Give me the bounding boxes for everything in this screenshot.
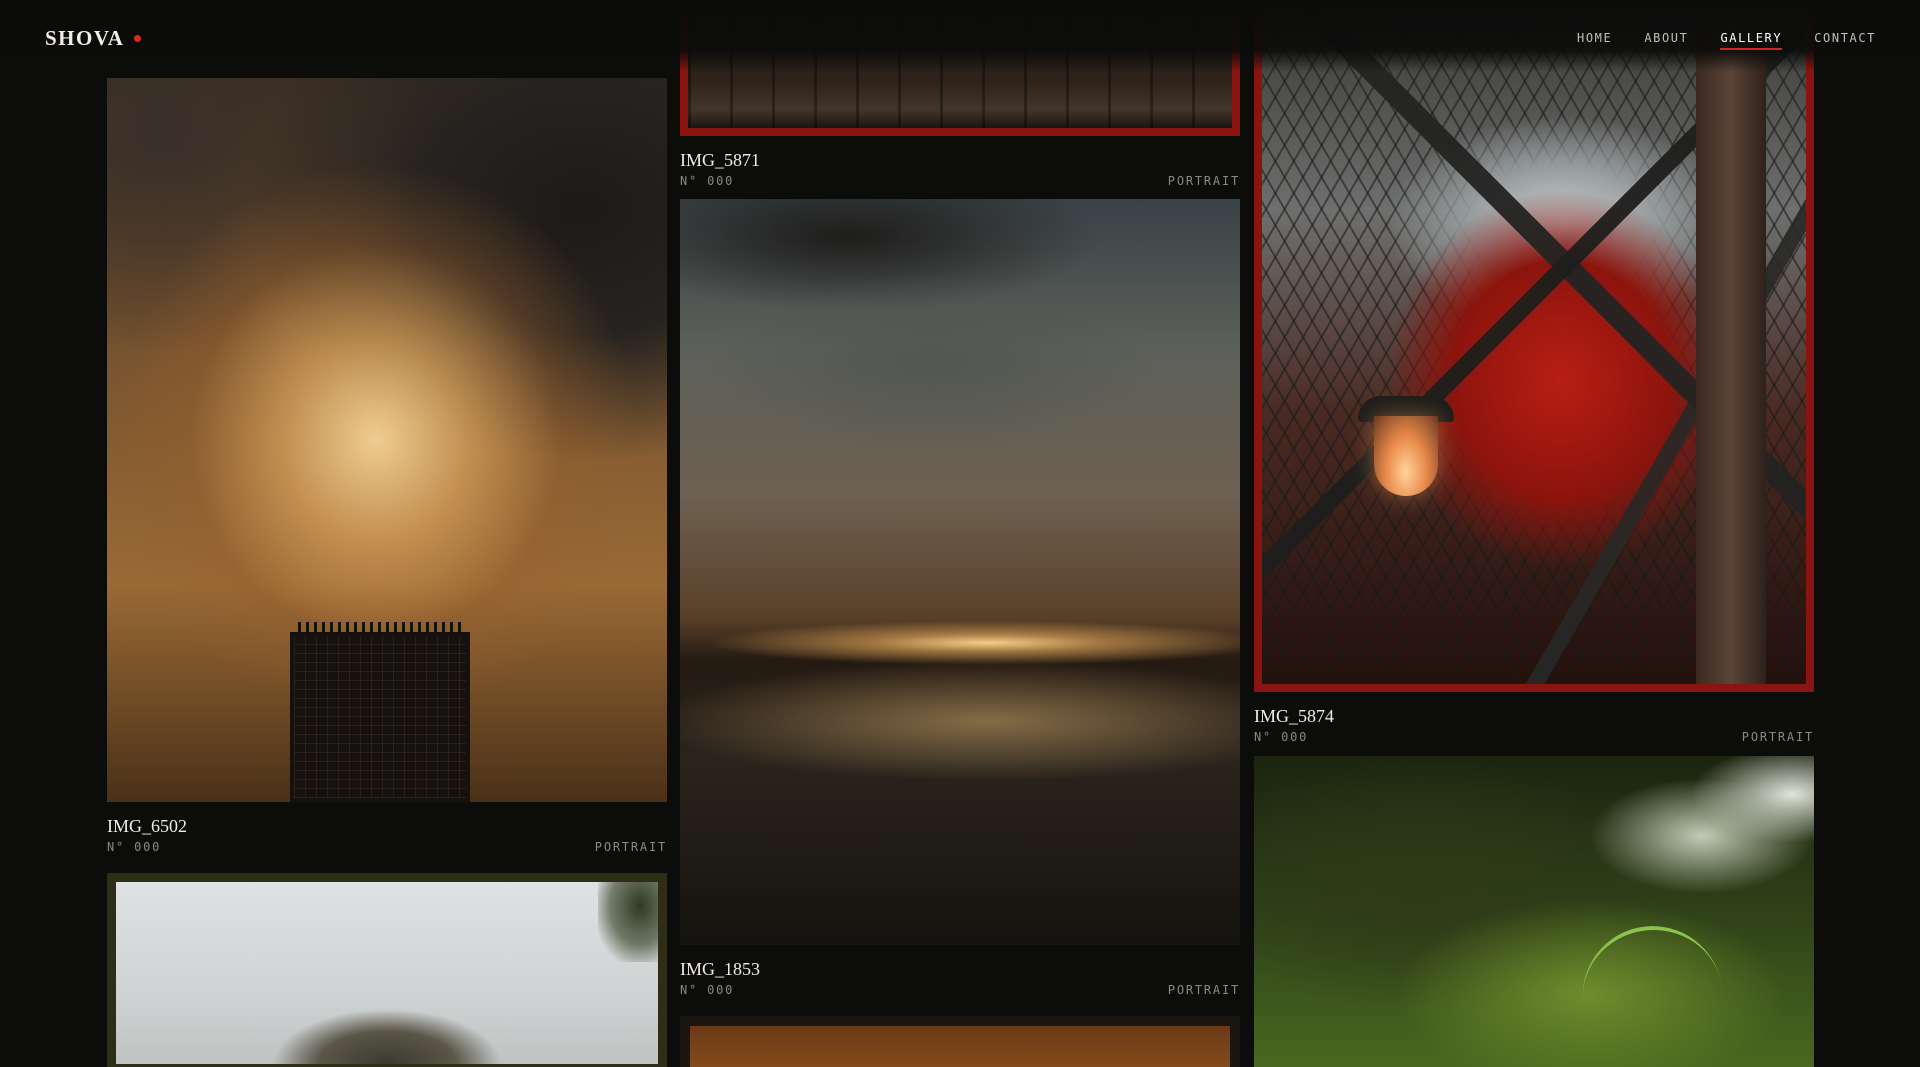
gallery-card[interactable] (107, 873, 667, 1067)
gallery-card[interactable]: IMG_6502 N° 000 PORTRAIT (107, 78, 667, 860)
lamp-icon (1374, 416, 1438, 496)
gallery-card[interactable]: IMG_5874 N° 000 PORTRAIT (1254, 0, 1814, 750)
brand-logo[interactable]: SHOVA (45, 26, 142, 51)
card-caption: IMG_5871 N° 000 PORTRAIT (680, 136, 1240, 194)
gallery-photo[interactable] (1254, 0, 1814, 692)
grass-stem (1573, 917, 1735, 1067)
gallery-photo[interactable] (1254, 756, 1814, 1067)
tower-silhouette (290, 622, 470, 802)
card-title: IMG_5871 (680, 150, 760, 170)
card-tag: PORTRAIT (1167, 174, 1240, 188)
nav-contact[interactable]: CONTACT (1814, 31, 1876, 50)
nav-home[interactable]: HOME (1577, 31, 1612, 50)
card-tag: PORTRAIT (594, 840, 667, 854)
tree-foliage (598, 882, 658, 962)
brand-name: SHOVA (45, 26, 125, 50)
card-caption: IMG_6502 N° 000 PORTRAIT (107, 802, 667, 860)
card-number: N° 000 (680, 983, 735, 997)
card-number: N° 000 (107, 840, 162, 854)
iron-beam (1696, 8, 1766, 684)
brand-dot-icon (134, 35, 142, 42)
nav-about[interactable]: ABOUT (1644, 31, 1688, 50)
card-title: IMG_5874 (1254, 706, 1334, 726)
gallery-card[interactable] (680, 1016, 1240, 1067)
gallery-card[interactable] (1254, 756, 1814, 1067)
card-tag: PORTRAIT (1741, 730, 1814, 744)
main-nav: HOME ABOUT GALLERY CONTACT (1577, 31, 1876, 50)
card-number: N° 000 (1254, 730, 1309, 744)
gallery-card[interactable]: IMG_1853 N° 000 PORTRAIT (680, 199, 1240, 1003)
card-title: IMG_6502 (107, 816, 187, 836)
card-caption: IMG_5874 N° 000 PORTRAIT (1254, 692, 1814, 750)
card-title: IMG_1853 (680, 959, 760, 979)
nav-gallery[interactable]: GALLERY (1720, 31, 1783, 50)
card-number: N° 000 (680, 174, 735, 188)
top-bar: SHOVA HOME ABOUT GALLERY CONTACT (0, 0, 1920, 72)
card-tag: PORTRAIT (1167, 983, 1240, 997)
gallery-photo[interactable] (107, 78, 667, 802)
card-caption: IMG_1853 N° 000 PORTRAIT (680, 945, 1240, 1003)
gallery-page: SHOVA HOME ABOUT GALLERY CONTACT IMG_650… (0, 0, 1920, 1067)
gallery-photo[interactable] (680, 1016, 1240, 1067)
gallery-photo[interactable] (680, 199, 1240, 945)
gallery-photo[interactable] (107, 873, 667, 1067)
